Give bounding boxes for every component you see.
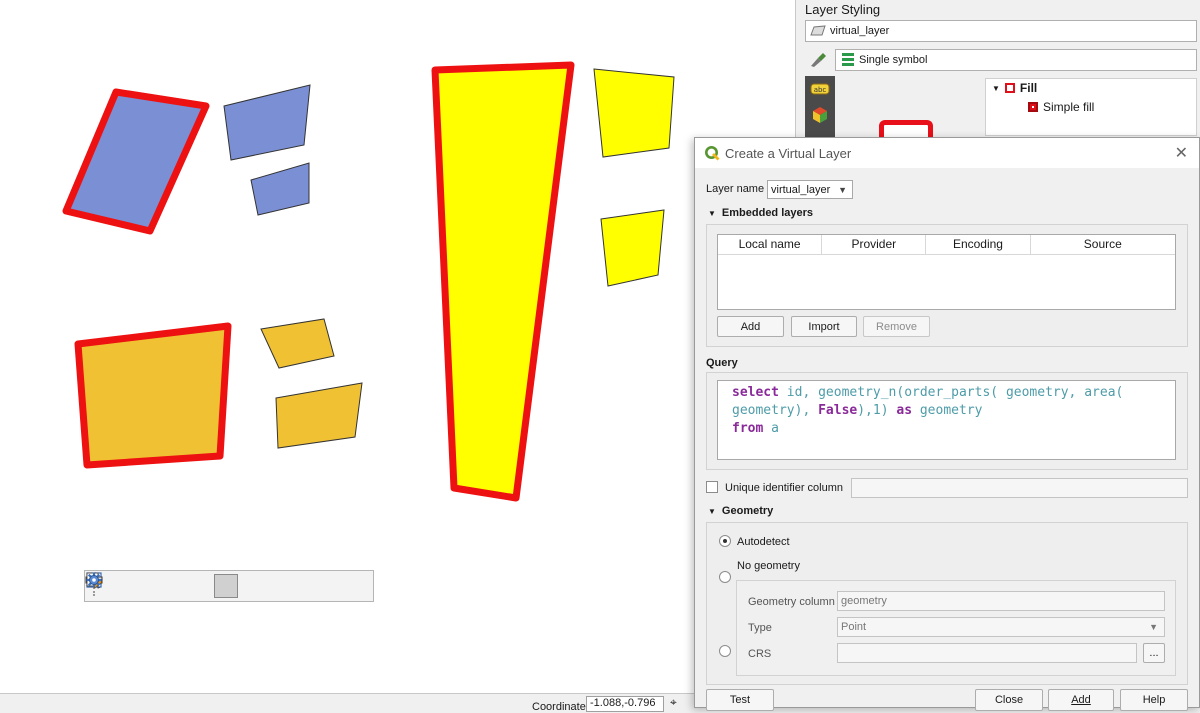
orange-polygon[interactable] (275, 382, 363, 449)
coordinate-field[interactable]: -1.088,-0.796 (586, 696, 664, 712)
query-label: Query (706, 357, 738, 369)
yellow-polygon-highlighted[interactable] (431, 61, 575, 502)
no-geometry-radio[interactable] (719, 571, 731, 583)
dialog-titlebar[interactable]: Create a Virtual Layer ✕ (695, 138, 1199, 168)
blue-polygon-highlighted[interactable] (62, 88, 210, 235)
single-symbol-icon (842, 53, 854, 66)
chevron-down-icon: ▼ (838, 184, 847, 195)
polygon-layer-icon (810, 25, 826, 36)
close-icon[interactable]: ✕ (1175, 143, 1188, 163)
tree-item-simple-fill-label: Simple fill (1043, 100, 1095, 114)
sql-query-editor[interactable]: select id, geometry_n(order_parts( geome… (717, 380, 1176, 460)
panel-title: Layer Styling (805, 2, 881, 17)
layer-selector[interactable]: virtual_layer (805, 20, 1197, 42)
3d-view-tab-icon[interactable] (805, 102, 835, 128)
select-features-icon[interactable] (86, 572, 238, 598)
expand-arrow-icon[interactable]: ▼ (992, 84, 1000, 93)
style-brush-icon[interactable] (809, 52, 827, 71)
column-header[interactable]: Source (1031, 235, 1175, 254)
tree-item-simple-fill[interactable]: Simple fill (1028, 100, 1094, 114)
manual-geometry-radio[interactable] (719, 645, 731, 657)
yellow-polygon[interactable] (593, 68, 675, 158)
table-header: Local name Provider Encoding Source (718, 235, 1175, 255)
map-navigation-toolbar (84, 570, 374, 602)
unique-id-label: Unique identifier column (725, 482, 844, 494)
create-virtual-layer-dialog: Create a Virtual Layer ✕ Layer name virt… (694, 137, 1200, 711)
autodetect-label: Autodetect (737, 536, 790, 548)
geometry-title: Geometry (721, 505, 774, 517)
unique-id-field[interactable] (851, 478, 1188, 498)
crs-select-button[interactable]: ... (1143, 643, 1165, 663)
column-header[interactable]: Local name (718, 235, 823, 254)
qgis-logo-icon (705, 146, 720, 161)
import-button[interactable]: Import (791, 316, 857, 337)
settings-gear-icon[interactable] (86, 572, 373, 598)
layer-name-label: Layer name (706, 183, 765, 195)
identify-icon[interactable] (86, 572, 157, 598)
collapse-arrow-icon: ▼ (708, 506, 716, 516)
remove-button[interactable]: Remove (863, 316, 930, 337)
layer-name-combo[interactable]: virtual_layer ▼ (767, 180, 853, 199)
layer-selector-value: virtual_layer (830, 25, 890, 37)
collapse-arrow-icon: ▼ (708, 208, 716, 218)
tree-item-fill[interactable]: ▼ Fill (992, 81, 1037, 95)
field-calculator-icon[interactable] (86, 572, 346, 598)
yellow-polygon[interactable] (600, 209, 665, 287)
zoom-out-icon[interactable] (86, 572, 211, 598)
crs-field[interactable] (837, 643, 1137, 663)
geometry-header[interactable]: ▼ Geometry (708, 505, 773, 517)
fill-symbol-icon (1004, 83, 1015, 93)
column-header[interactable]: Provider (822, 235, 927, 254)
tree-item-fill-label: Fill (1019, 81, 1038, 95)
geometry-column-label: Geometry column (748, 596, 835, 608)
type-value: Point (841, 621, 867, 633)
embedded-layers-title: Embedded layers (721, 207, 814, 219)
blue-polygon[interactable] (250, 162, 310, 216)
renderer-selector[interactable]: Single symbol (835, 49, 1197, 71)
type-select[interactable]: Point ▼ (837, 617, 1165, 637)
crs-label: CRS (748, 648, 772, 660)
zoom-in-icon[interactable] (86, 572, 184, 598)
blue-polygon[interactable] (223, 84, 311, 161)
pan-hand-icon[interactable] (87, 572, 130, 598)
map-canvas[interactable] (0, 0, 796, 694)
autodetect-radio[interactable] (719, 535, 731, 547)
status-bar: Coordinate -1.088,-0.796 ⌖ (0, 694, 700, 713)
attribute-table-icon[interactable] (86, 572, 292, 598)
deselect-icon[interactable] (86, 572, 265, 598)
layer-name-value: virtual_layer (771, 183, 831, 196)
type-label: Type (748, 622, 772, 634)
add-layer-button[interactable]: Add (717, 316, 784, 337)
symbol-layer-tree: ▼ Fill Simple fill (985, 78, 1197, 136)
embedded-layers-header[interactable]: ▼ Embedded layers (708, 207, 813, 219)
renderer-value: Single symbol (859, 54, 928, 66)
no-geometry-label: No geometry (737, 560, 800, 572)
chevron-down-icon: ▼ (1149, 622, 1158, 632)
measure-icon[interactable] (85, 574, 319, 598)
svg-text:abc: abc (814, 86, 827, 94)
coordinate-label: Coordinate (532, 701, 586, 713)
orange-polygon[interactable] (260, 318, 335, 369)
geometry-column-field[interactable]: geometry (837, 591, 1165, 611)
unique-id-checkbox[interactable] (706, 481, 718, 493)
labels-tab-icon[interactable]: abc (805, 76, 835, 102)
simple-fill-icon (1028, 102, 1038, 112)
embedded-layers-table[interactable]: Local name Provider Encoding Source (717, 234, 1176, 310)
styling-side-tabs: abc (805, 76, 835, 146)
column-header[interactable]: Encoding (926, 235, 1031, 254)
dialog-title: Create a Virtual Layer (725, 145, 852, 161)
orange-polygon-highlighted[interactable] (74, 322, 232, 469)
